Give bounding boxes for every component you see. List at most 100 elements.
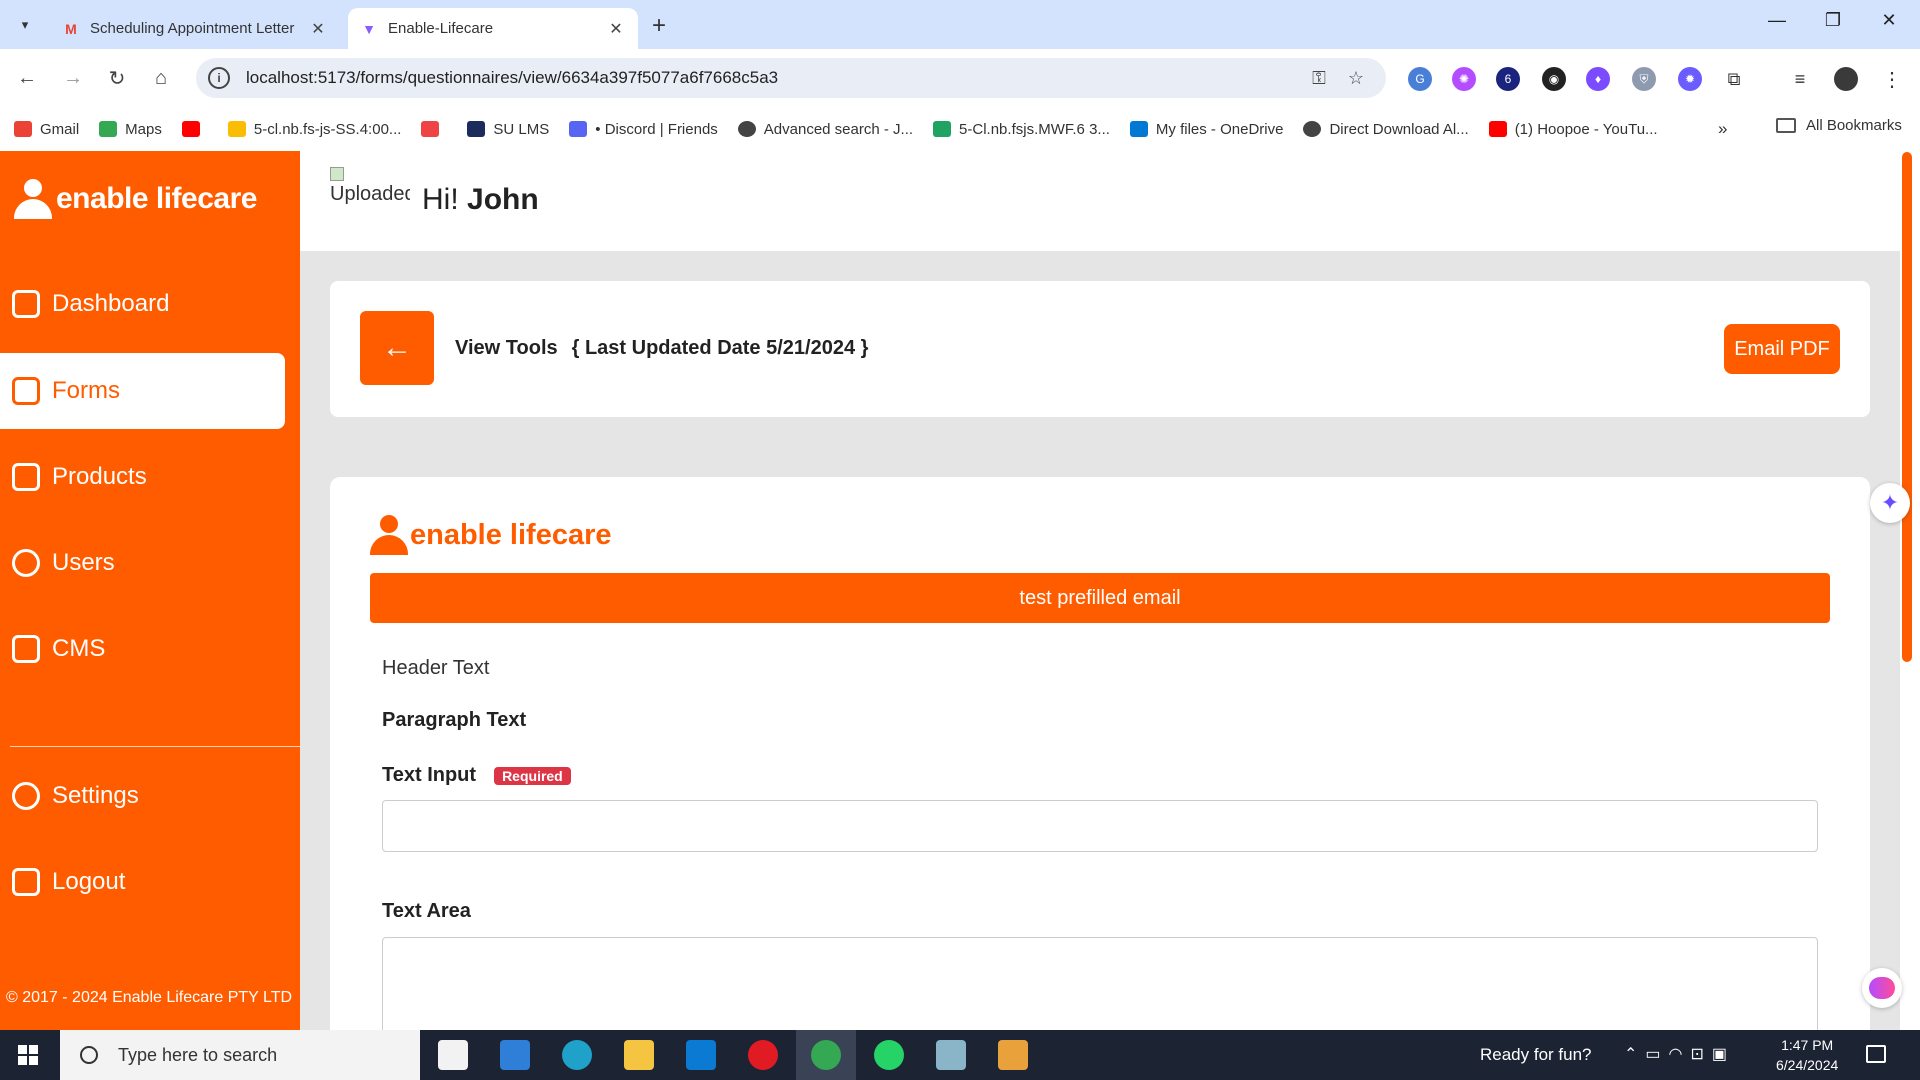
taskbar-search[interactable]: Type here to search — [60, 1030, 420, 1080]
email-pdf-button[interactable]: Email PDF — [1724, 324, 1840, 374]
taskbar-search-placeholder: Type here to search — [118, 1044, 278, 1065]
bookmark-classroom[interactable]: 5-Cl.nb.fsjs.MWF.6 3... — [933, 121, 1110, 138]
scrollbar-thumb[interactable] — [1902, 152, 1912, 662]
youtube-icon — [181, 121, 200, 137]
brand-logo[interactable]: enable lifecare — [14, 179, 257, 219]
whatsapp-icon[interactable] — [874, 1040, 904, 1070]
user-name: John — [467, 183, 539, 216]
bookmark-direct-download[interactable]: Direct Download Al... — [1303, 121, 1469, 138]
settings-icon — [12, 782, 40, 810]
bookmark-onedrive[interactable]: My files - OneDrive — [1129, 121, 1283, 138]
taskbar-clock[interactable]: 1:47 PM 6/24/2024 — [1776, 1035, 1838, 1075]
profile-avatar[interactable] — [1834, 67, 1858, 91]
bookmark-discord[interactable]: • Discord | Friends — [569, 121, 718, 138]
form-brand-logo: enable lifecare — [370, 515, 612, 555]
record-extension-icon[interactable]: ◉ — [1542, 67, 1566, 91]
globe-icon — [1303, 121, 1322, 137]
tab-gmail[interactable]: M Scheduling Appointment Letter ✕ — [50, 8, 340, 49]
tray-message: Ready for fun? — [1480, 1045, 1592, 1064]
sidebar-item-users[interactable]: Users — [0, 525, 285, 601]
sidebar-item-cms[interactable]: CMS — [0, 611, 285, 687]
translate-extension-icon[interactable]: G — [1408, 67, 1432, 91]
home-icon[interactable]: ⌂ — [146, 63, 176, 93]
text-area-label: Text Area — [382, 900, 471, 922]
flame-extension-icon[interactable]: ♦ — [1586, 67, 1610, 91]
text-input-field[interactable] — [382, 800, 1818, 852]
edge-icon[interactable] — [562, 1040, 592, 1070]
bookmark-hoopoe[interactable]: (1) Hoopoe - YouTu... — [1488, 121, 1658, 138]
bookmark-maps[interactable]: Maps — [99, 121, 162, 138]
sidebar-item-products[interactable]: Products — [0, 439, 285, 515]
windows-start-icon[interactable] — [18, 1045, 38, 1065]
all-bookmarks[interactable]: All Bookmarks — [1776, 117, 1902, 134]
clock-date: 6/24/2024 — [1776, 1057, 1839, 1073]
extensions-puzzle-icon[interactable]: ⧉ — [1722, 67, 1746, 91]
avatar-alt-text: Uploaded — [330, 183, 410, 205]
password-key-icon[interactable]: ⚿ — [1312, 68, 1326, 89]
url-text[interactable]: localhost:5173/forms/questionnaires/view… — [246, 68, 1312, 88]
restore-icon[interactable]: ❐ — [1818, 10, 1848, 31]
main-content: Uploaded Hi! John ← View Tools{ Last Upd… — [300, 151, 1900, 1030]
person-logo-icon — [14, 179, 52, 219]
users-icon — [12, 549, 40, 577]
back-button[interactable]: ← — [360, 311, 434, 385]
maps-icon — [99, 121, 118, 137]
sidebar-item-logout[interactable]: Logout — [0, 844, 285, 920]
sidebar-divider — [10, 746, 300, 747]
notes-icon[interactable] — [936, 1040, 966, 1070]
new-tab-icon[interactable]: + — [652, 12, 666, 40]
brain-assistant-icon[interactable] — [1862, 968, 1902, 1008]
brain-extension-icon[interactable]: ✺ — [1452, 67, 1476, 91]
file-explorer-icon[interactable] — [624, 1040, 654, 1070]
notification-icon[interactable] — [1866, 1045, 1886, 1063]
close-icon[interactable]: ✕ — [308, 19, 328, 39]
gmail-icon: M — [65, 20, 77, 37]
extension-badge-icon[interactable]: 6 — [1496, 67, 1520, 91]
media-controls-icon[interactable]: ≡ — [1788, 67, 1812, 91]
tab-search-icon[interactable]: ▾ — [12, 12, 38, 38]
arrow-left-icon: ← — [382, 331, 412, 364]
bookmark-apps[interactable] — [421, 121, 447, 137]
forward-arrow-icon[interactable]: → — [58, 63, 88, 93]
minimize-icon[interactable]: — — [1762, 10, 1792, 31]
bookmark-advanced-search[interactable]: Advanced search - J... — [737, 121, 913, 138]
git-tool-icon[interactable] — [998, 1040, 1028, 1070]
close-icon[interactable]: ✕ — [606, 19, 626, 39]
bookmark-youtube[interactable] — [181, 121, 208, 137]
bookmark-drive[interactable]: 5-cl.nb.fs-js-SS.4:00... — [227, 121, 401, 138]
more-bookmarks-icon[interactable]: » — [1718, 119, 1727, 139]
logout-icon — [12, 868, 40, 896]
forms-icon — [12, 377, 40, 405]
window-close-icon[interactable]: ✕ — [1874, 10, 1904, 31]
sidebar-item-forms[interactable]: Forms — [0, 353, 285, 429]
shield-extension-icon[interactable]: ⛨ — [1632, 67, 1656, 91]
brand-name: enable lifecare — [56, 182, 257, 215]
copyright-text: © 2017 - 2024 Enable Lifecare PTY LTD — [6, 989, 293, 1006]
sidebar-item-dashboard[interactable]: Dashboard — [0, 266, 285, 342]
mail-icon[interactable] — [500, 1040, 530, 1070]
address-bar[interactable]: i localhost:5173/forms/questionnaires/vi… — [196, 58, 1386, 98]
reload-icon[interactable]: ↻ — [102, 63, 132, 93]
sidebar-item-label: Dashboard — [52, 290, 170, 317]
sparkle-assistant-icon[interactable]: ✦ — [1870, 483, 1910, 523]
vite-icon: ▼ — [362, 20, 376, 37]
sidebar-item-label: Logout — [52, 868, 126, 895]
classroom-icon — [933, 121, 952, 137]
star-extension-icon[interactable]: ✹ — [1678, 67, 1702, 91]
back-arrow-icon[interactable]: ← — [12, 63, 42, 93]
bookmark-su-lms[interactable]: SU LMS — [467, 121, 549, 138]
bookmark-star-icon[interactable]: ☆ — [1348, 68, 1364, 89]
store-icon[interactable] — [438, 1040, 468, 1070]
sidebar-item-settings[interactable]: Settings — [0, 758, 285, 834]
broken-image-icon — [330, 167, 344, 181]
chrome-icon[interactable] — [811, 1040, 841, 1070]
tab-enable-lifecare[interactable]: ▼ Enable-Lifecare ✕ — [348, 8, 638, 49]
vscode-icon[interactable] — [686, 1040, 716, 1070]
opera-icon[interactable] — [748, 1040, 778, 1070]
required-badge: Required — [494, 766, 571, 785]
bookmark-gmail[interactable]: Gmail — [14, 121, 79, 138]
site-info-icon[interactable]: i — [208, 67, 230, 89]
text-area-field[interactable] — [382, 937, 1818, 1030]
menu-kebab-icon[interactable]: ⋮ — [1880, 67, 1904, 91]
system-tray-icons[interactable]: ⌃▭◠⊡▣ — [1624, 1044, 1735, 1064]
